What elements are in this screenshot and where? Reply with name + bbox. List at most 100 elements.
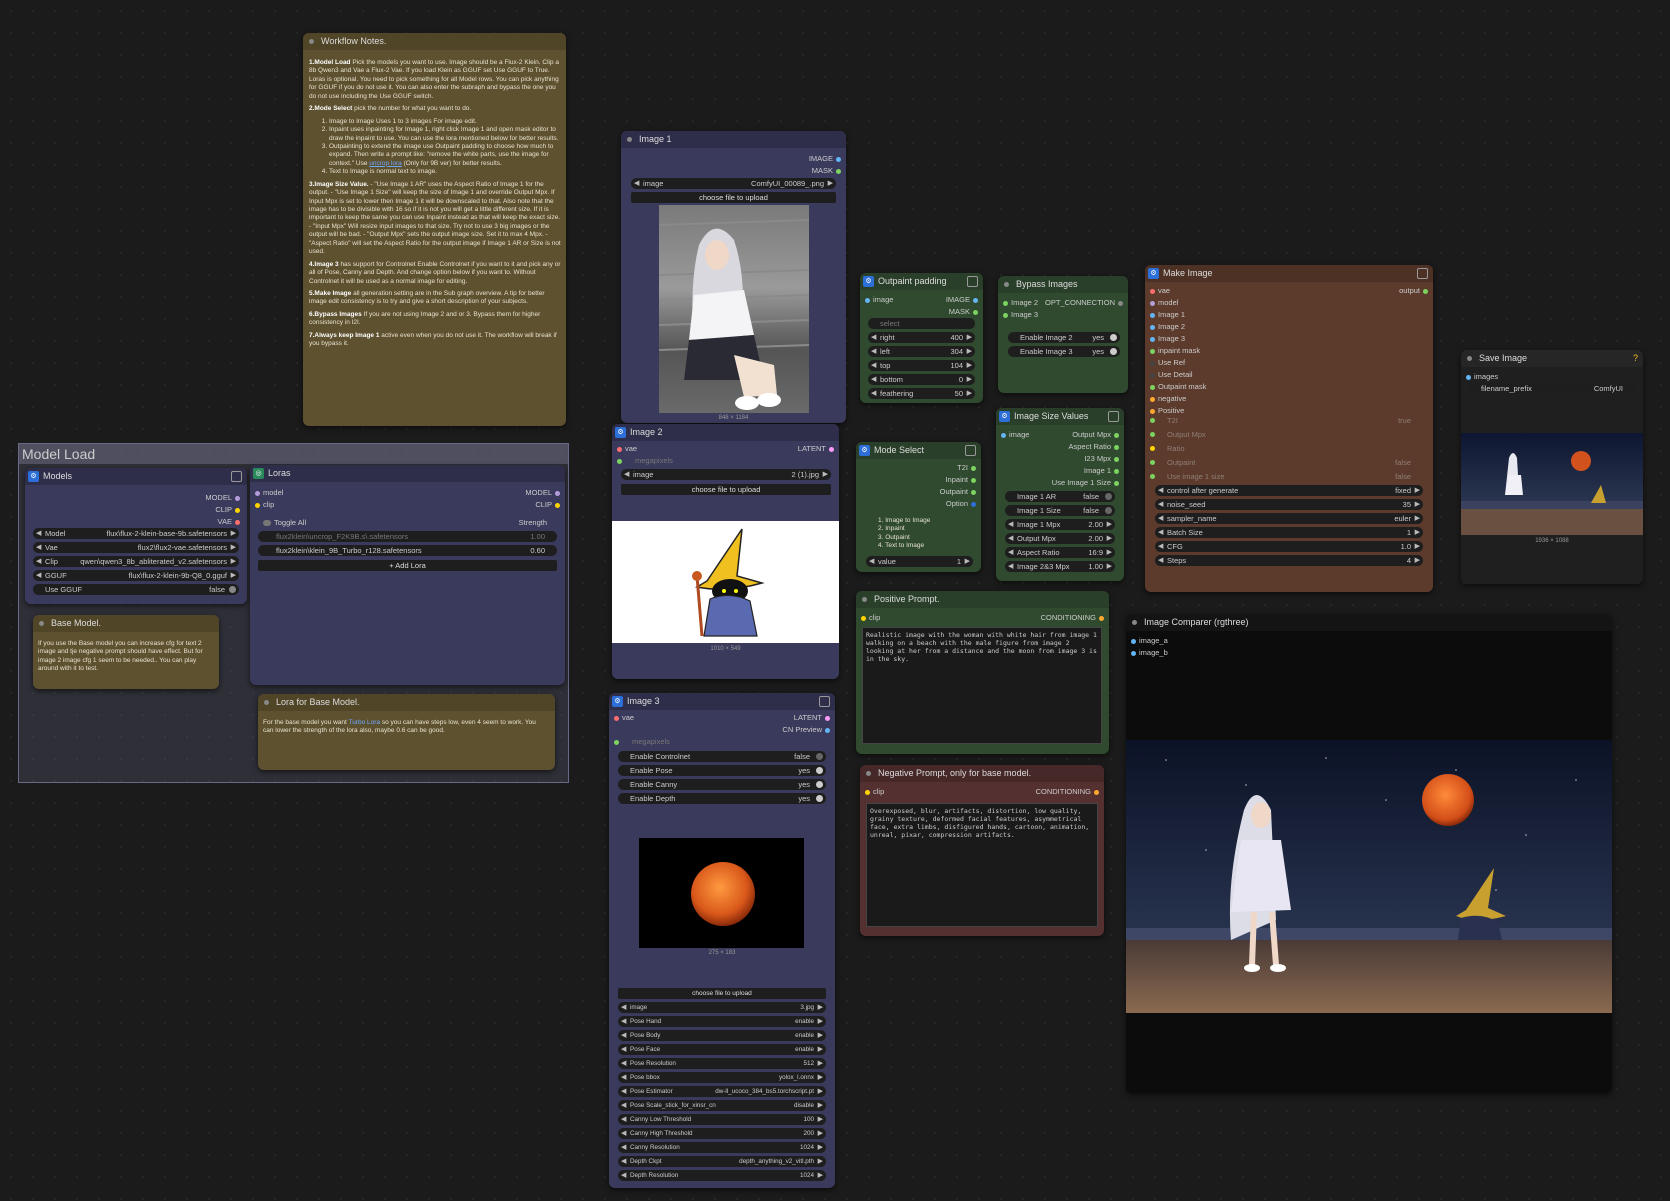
vae-combo[interactable]: Vae flux2\flux2-vae.safetensors [33, 542, 239, 553]
expand-icon[interactable] [965, 445, 976, 456]
output-output-mpx[interactable]: Output Mpx [1072, 430, 1122, 439]
image3-option-combo[interactable]: Pose Hand enable [618, 1016, 826, 1027]
output-conditioning[interactable]: CONDITIONING [1041, 613, 1107, 622]
upload-button[interactable]: choose file to upload [621, 484, 831, 495]
note-title-bar[interactable]: Base Model. [33, 615, 219, 632]
output-latent[interactable]: LATENT [794, 713, 833, 722]
image2-node[interactable]: ⚙ Image 2 vae LATENT megapixels image 2 (1… [612, 424, 839, 679]
size-values-title-bar[interactable]: ⚙ Image Size Values [996, 408, 1124, 425]
bypass-images-node[interactable]: Bypass Images Image 2 OPT_CONNECTION Ima… [998, 276, 1128, 393]
workflow-notes-node[interactable]: Workflow Notes. 1.Model Load Pick the mo… [303, 33, 566, 426]
output-i23-mpx[interactable]: I23 Mpx [1084, 454, 1122, 463]
make-image-setting[interactable]: noise_seed 35 [1155, 499, 1423, 510]
output-aspect-ratio[interactable]: Aspect Ratio [1068, 442, 1122, 451]
positive-prompt-node[interactable]: Positive Prompt. clip CONDITIONING Reali… [856, 591, 1109, 754]
input-image2[interactable]: Image 2 [1000, 298, 1038, 307]
make-image-input[interactable]: inpaint mask [1147, 346, 1200, 355]
make-image-input[interactable]: Image 2 [1147, 322, 1185, 331]
make-image-input[interactable]: Positive [1147, 406, 1184, 415]
make-image-input[interactable]: Outpaint mask [1147, 382, 1206, 391]
image3-option-combo[interactable]: Pose Face enable [618, 1044, 826, 1055]
make-image-setting[interactable]: Batch Size 1 [1155, 527, 1423, 538]
filename-prefix-input[interactable]: filename_prefix ComfyUI [1469, 383, 1635, 394]
models-node[interactable]: ⚙ Models MODEL CLIP VAE Model flux\flux-2-… [25, 468, 247, 604]
input-clip[interactable]: clip [862, 787, 884, 796]
image3-option-combo[interactable]: Canny Low Threshold 100 [618, 1114, 826, 1125]
mode-select-title-bar[interactable]: ⚙ Mode Select [856, 442, 981, 459]
make-image-setting[interactable]: Steps 4 [1155, 555, 1423, 566]
enable-pose-toggle[interactable]: Enable Pose yes [618, 765, 826, 776]
make-image-title-bar[interactable]: ⚙ Make Image [1145, 265, 1433, 282]
make-image-input[interactable]: Use Detail [1147, 370, 1193, 379]
enable-image3-toggle[interactable]: Enable Image 3 yes [1008, 346, 1120, 357]
image3-node[interactable]: ⚙ Image 3 vae LATENT CN Preview megapixel… [609, 693, 835, 1188]
enable-controlnet-toggle[interactable]: Enable Controlnet false [618, 751, 826, 762]
base-model-note[interactable]: Base Model. If you use the Base model yo… [33, 615, 219, 689]
lora-row[interactable]: flux2klein\uncrop_F2K9B.s\.safetensors 1.… [258, 531, 557, 542]
negative-prompt-node[interactable]: Negative Prompt, only for base model. cl… [860, 765, 1104, 936]
image1-ar-toggle[interactable]: Image 1 AR false [1005, 491, 1115, 502]
make-image-node[interactable]: ⚙ Make Image output vae model Image 1 Image … [1145, 265, 1433, 592]
make-image-input[interactable]: Image 1 [1147, 310, 1185, 319]
output-vae[interactable]: VAE [218, 517, 243, 526]
enable-canny-toggle[interactable]: Enable Canny yes [618, 779, 826, 790]
expand-icon[interactable] [819, 696, 830, 707]
image2-title-bar[interactable]: ⚙ Image 2 [612, 424, 839, 441]
output-use-image1-size[interactable]: Use Image 1 Size [1052, 478, 1122, 487]
output-cn-preview[interactable]: CN Preview [782, 725, 833, 734]
gguf-combo[interactable]: GGUF flux\flux-2-klein-9b-Q8_0.gguf [33, 570, 239, 581]
image-comparer-node[interactable]: Image Comparer (rgthree) image_a image_b [1126, 614, 1612, 1093]
image3-option-combo[interactable]: Pose Estimator dw-ll_ucoco_384_bs5.torchs… [618, 1086, 826, 1097]
image3-option-combo[interactable]: Canny Resolution 1024 [618, 1142, 826, 1153]
image1-size-toggle[interactable]: Image 1 Size false [1005, 505, 1115, 516]
note-title-bar[interactable]: Lora for Base Model. [258, 694, 555, 711]
input-vae[interactable]: vae [611, 713, 634, 722]
output-model[interactable]: MODEL [205, 493, 243, 502]
image-size-values-node[interactable]: ⚙ Image Size Values image Output Mpx Aspe… [996, 408, 1124, 581]
image3-option-combo[interactable]: Canny High Threshold 200 [618, 1128, 826, 1139]
output-image1[interactable]: Image 1 [1084, 466, 1122, 475]
mode-value-input[interactable]: value 1 [866, 556, 973, 567]
save-image-node[interactable]: Save Image? images filename_prefix ComfyU… [1461, 350, 1643, 584]
make-image-input[interactable]: model [1147, 298, 1178, 307]
positive-title-bar[interactable]: Positive Prompt. [856, 591, 1109, 608]
output-opt-connection[interactable]: OPT_CONNECTION [1045, 298, 1126, 307]
add-lora-button[interactable]: + Add Lora [258, 560, 557, 571]
lora-base-note[interactable]: Lora for Base Model. For the base model … [258, 694, 555, 770]
outpaint-title-bar[interactable]: ⚙ Outpaint padding [860, 273, 983, 290]
input-model[interactable]: model [252, 488, 283, 497]
input-megapixels[interactable]: megapixels [614, 456, 673, 465]
image3-option-combo[interactable]: Depth Resolution 1024 [618, 1170, 826, 1181]
clip-combo[interactable]: Clip qwen\qwen3_8b_abliterated_v2.safeten… [33, 556, 239, 567]
input-image[interactable]: image [862, 295, 893, 304]
left-input[interactable]: left 304 [868, 346, 975, 357]
right-input[interactable]: right 400 [868, 332, 975, 343]
input-megapixels[interactable]: megapixels [611, 737, 670, 746]
loras-title-bar[interactable]: ◎ Loras [250, 465, 565, 482]
make-image-setting[interactable]: control after generate fixed [1155, 485, 1423, 496]
expand-icon[interactable] [1417, 268, 1428, 279]
image3-option-combo[interactable]: Pose bbox yolox_l.onnx [618, 1072, 826, 1083]
model-combo[interactable]: Model flux\flux-2-klein-base-9b.safetenso… [33, 528, 239, 539]
input-image-a[interactable]: image_a [1128, 636, 1168, 645]
output-inpaint[interactable]: Inpaint [945, 475, 979, 484]
output-model[interactable]: MODEL [525, 488, 563, 497]
models-title-bar[interactable]: ⚙ Models [25, 468, 247, 485]
make-image-setting[interactable]: CFG 1.0 [1155, 541, 1423, 552]
output-mask[interactable]: MASK [949, 307, 981, 316]
output-t2i[interactable]: T2I [957, 463, 979, 472]
save-image-title-bar[interactable]: Save Image? [1461, 350, 1643, 367]
image3-option-combo[interactable]: Depth Ckpt depth_anything_v2_vitl.pth [618, 1156, 826, 1167]
image3-title-bar[interactable]: ⚙ Image 3 [609, 693, 835, 710]
loras-node[interactable]: ◎ Loras model clip MODEL CLIP Toggle All … [250, 465, 565, 685]
outpaint-padding-node[interactable]: ⚙ Outpaint padding image IMAGE MASK selec… [860, 273, 983, 403]
input-image[interactable]: image [998, 430, 1029, 439]
upload-button[interactable]: choose file to upload [631, 192, 836, 203]
output-clip[interactable]: CLIP [215, 505, 243, 514]
output-image[interactable]: IMAGE [809, 154, 844, 163]
output-clip[interactable]: CLIP [535, 500, 563, 509]
make-image-input[interactable]: Image 3 [1147, 334, 1185, 343]
lora-row[interactable]: flux2klein\klein_9B_Turbo_r128.safetenso… [258, 545, 557, 556]
input-image-b[interactable]: image_b [1128, 648, 1168, 657]
use-gguf-toggle[interactable]: Use GGUF false [33, 584, 239, 595]
